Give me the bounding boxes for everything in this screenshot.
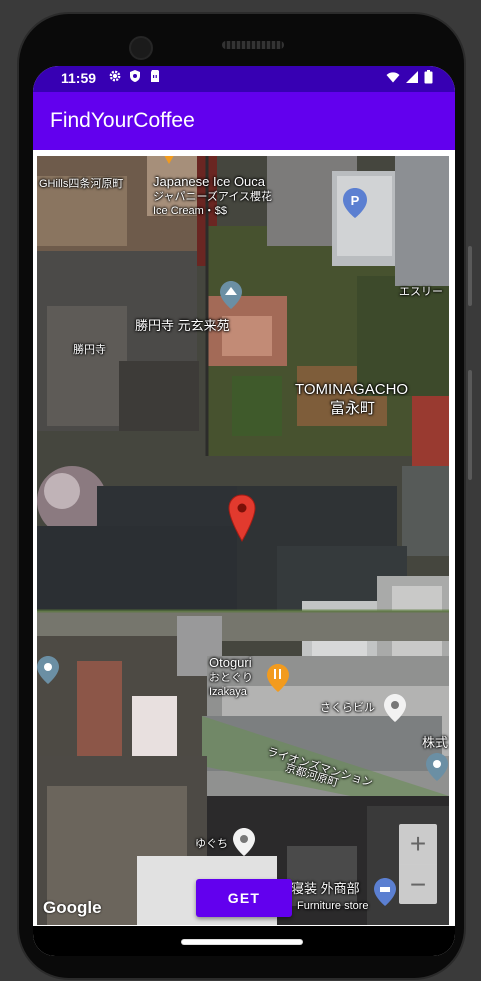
building-marker-icon[interactable]	[384, 694, 406, 722]
map-label-ice-cafe-jp: ジャパニーズアイス櫻花	[153, 191, 273, 203]
status-time: 11:59	[61, 70, 97, 86]
map-label-yuguchi: ゆぐち	[195, 838, 228, 850]
map-label-essuri: エスリー	[399, 286, 443, 298]
orange-marker-icon[interactable]	[161, 156, 177, 164]
wifi-icon	[386, 72, 400, 83]
parking-marker-icon[interactable]: P	[343, 188, 367, 218]
app-bar: FindYourCoffee	[33, 92, 455, 150]
map-label-otoguri-en: Otoguri	[209, 655, 252, 670]
status-icons-right	[386, 70, 433, 84]
map-label-kabushiki: 株式	[422, 735, 449, 750]
home-gesture-handle[interactable]	[182, 940, 302, 944]
front-camera	[129, 36, 153, 60]
earpiece-speaker	[222, 41, 284, 49]
map-label-ghills: GHills四条河原町	[39, 178, 124, 190]
screen: 11:59 FindYourCoffee P GHills四条河原町 Japan…	[33, 66, 455, 956]
poi-marker-right-icon[interactable]	[426, 753, 448, 781]
poi-marker-left-icon[interactable]	[37, 656, 59, 684]
map-label-otoguri-jp: おとぐり	[209, 672, 253, 684]
map-label-otoguri-sub: Izakaya	[209, 686, 247, 698]
yuguchi-marker-icon[interactable]	[233, 828, 255, 856]
power-button	[468, 246, 472, 306]
map-label-sakura-building: さくらビル	[320, 702, 375, 714]
shield-icon	[130, 70, 140, 82]
map-label-ice-cafe-en: Japanese Ice Ouca	[153, 174, 266, 189]
map-label-district-jp: 富永町	[330, 400, 376, 417]
signal-icon	[406, 71, 418, 83]
restaurant-marker-icon[interactable]	[267, 664, 289, 692]
map-label-furniture-jp: 寝装 外商部	[291, 881, 360, 896]
map-label-ice-cafe-sub: Ice Cream・$$	[153, 205, 227, 217]
get-button[interactable]: GET	[196, 879, 292, 917]
red-location-pin-icon[interactable]	[228, 494, 256, 542]
svg-text:P: P	[351, 193, 360, 208]
map-label-temple-garden: 勝円寺 元玄来苑	[135, 318, 230, 333]
volume-button	[468, 370, 472, 480]
gear-icon	[109, 70, 121, 82]
battery-icon	[424, 70, 433, 84]
map-label-temple: 勝円寺	[73, 344, 106, 356]
google-logo: Google	[43, 898, 102, 917]
app-title: FindYourCoffee	[50, 109, 195, 132]
map-label-district-en: TOMINAGACHO	[295, 381, 409, 398]
map-view[interactable]: P GHills四条河原町 Japanese Ice Ouca ジャパニーズアイ…	[37, 156, 449, 925]
zoom-in-button[interactable]: +	[399, 824, 437, 864]
zoom-out-button[interactable]: −	[399, 864, 437, 905]
map-label-furniture-en: Furniture store	[297, 900, 369, 912]
zoom-controls: + −	[399, 824, 437, 904]
status-bar: 11:59	[33, 66, 455, 92]
temple-marker-icon[interactable]	[220, 281, 242, 309]
status-icons-left	[108, 69, 162, 83]
furniture-marker-icon[interactable]	[374, 878, 396, 906]
sim-card-icon	[151, 70, 159, 82]
